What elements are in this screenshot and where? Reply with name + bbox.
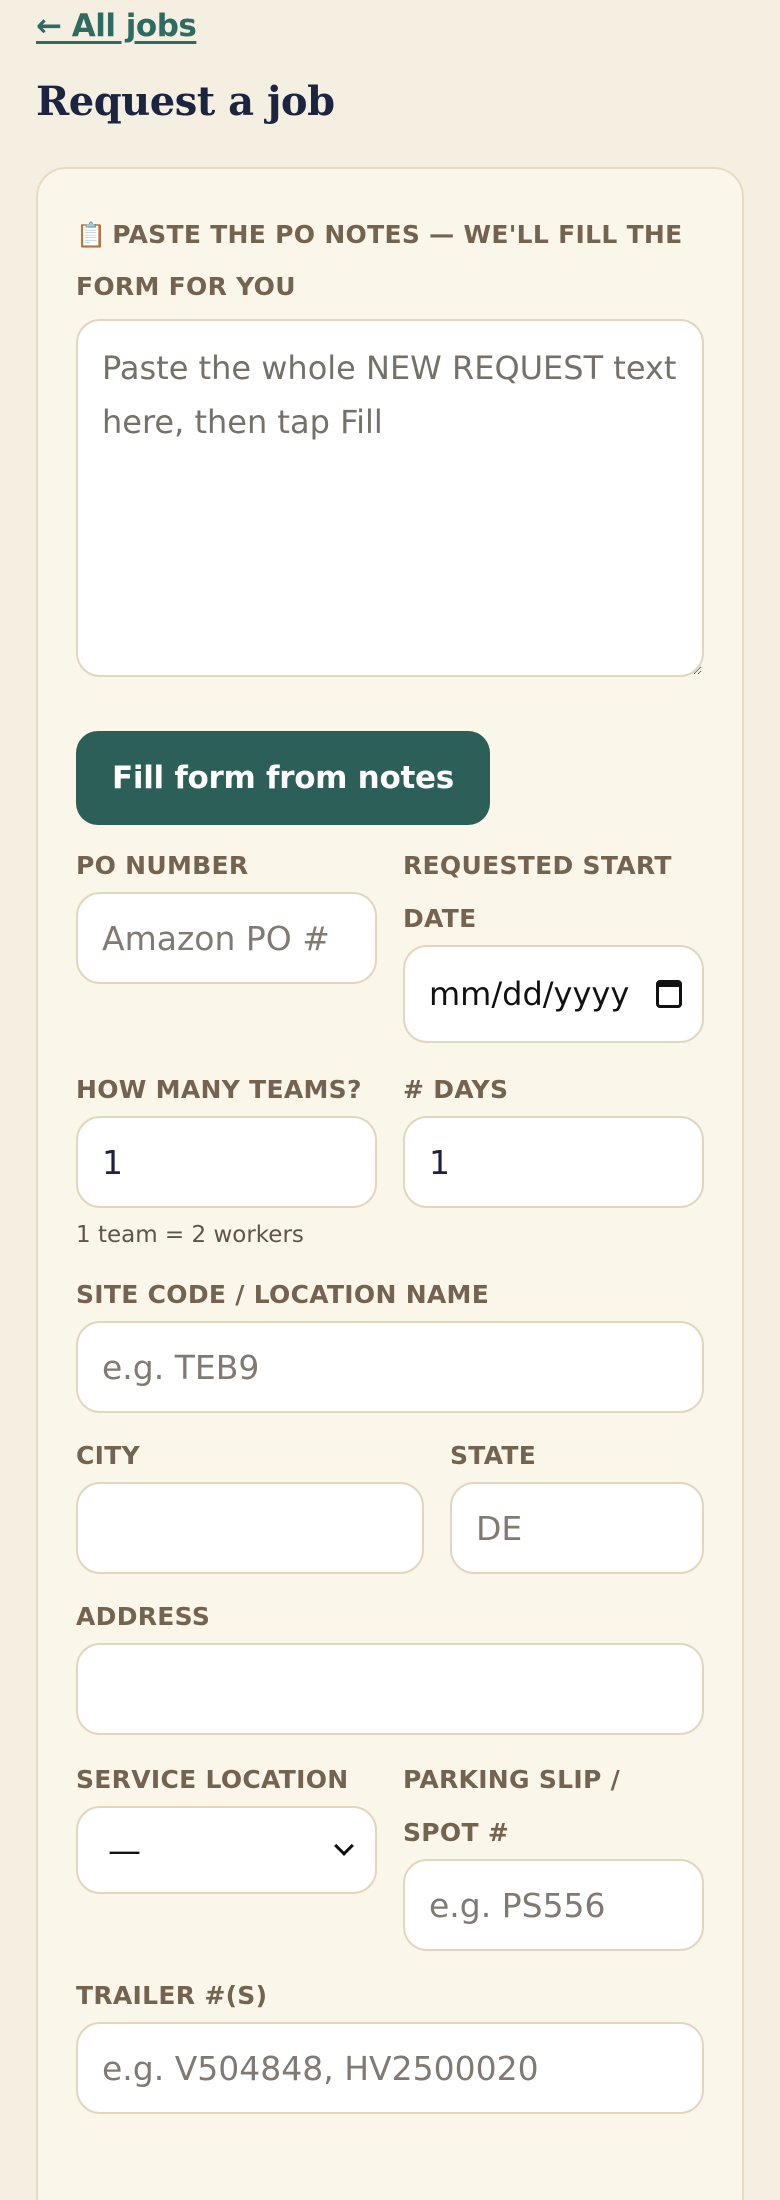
notes-label-text: PASTE THE PO NOTES — WE'LL FILL THE FORM…	[76, 220, 683, 301]
po-notes-textarea[interactable]	[76, 319, 704, 677]
page-title: Request a job	[36, 78, 335, 125]
trailers-group: TRAILER #(S)	[76, 1969, 704, 2114]
request-job-page: ← All jobs Request a job 📋 PASTE THE PO N…	[0, 0, 780, 2200]
parking-slip-label: PARKING SLIP / SPOT #	[403, 1765, 621, 1847]
chevron-down-icon	[334, 1836, 354, 1856]
notes-label: 📋 PASTE THE PO NOTES — WE'LL FILL THE FOR…	[76, 209, 704, 313]
state-input[interactable]	[450, 1482, 704, 1574]
parking-slip-group: PARKING SLIP / SPOT #	[403, 1753, 704, 1951]
site-code-label: SITE CODE / LOCATION NAME	[76, 1280, 490, 1309]
teams-input[interactable]	[76, 1116, 377, 1208]
service-parking-row: SERVICE LOCATION — PARKING SLIP / SPOT #	[76, 1753, 704, 1951]
city-label: CITY	[76, 1441, 141, 1470]
po-date-row: PO NUMBER REQUESTED START DATE mm/dd/yyy…	[76, 839, 704, 1043]
address-group: ADDRESS	[76, 1590, 704, 1735]
teams-label: HOW MANY TEAMS?	[76, 1075, 362, 1104]
start-date-input[interactable]: mm/dd/yyyy	[403, 945, 704, 1043]
back-to-all-jobs-link[interactable]: ← All jobs	[36, 6, 197, 46]
teams-hint: 1 team = 2 workers	[76, 1222, 304, 1248]
address-label: ADDRESS	[76, 1602, 211, 1631]
days-input[interactable]	[403, 1116, 704, 1208]
days-group: # DAYS	[403, 1063, 704, 1252]
city-state-row: CITY STATE	[76, 1429, 704, 1574]
calendar-icon[interactable]	[656, 980, 682, 1008]
start-date-group: REQUESTED START DATE mm/dd/yyyy	[403, 839, 704, 1043]
trailers-label: TRAILER #(S)	[76, 1981, 268, 2010]
request-form-card: 📋 PASTE THE PO NOTES — WE'LL FILL THE FOR…	[36, 167, 744, 2200]
trailers-input[interactable]	[76, 2022, 704, 2114]
teams-group: HOW MANY TEAMS? 1 team = 2 workers	[76, 1063, 377, 1252]
po-number-group: PO NUMBER	[76, 839, 377, 1043]
site-code-group: SITE CODE / LOCATION NAME	[76, 1268, 704, 1413]
start-date-value: mm/dd/yyyy	[429, 975, 630, 1013]
city-input[interactable]	[76, 1482, 424, 1574]
clipboard-icon: 📋	[76, 221, 107, 249]
state-group: STATE	[450, 1429, 704, 1574]
fill-form-button[interactable]: Fill form from notes	[76, 731, 490, 825]
service-location-value: —	[108, 1830, 141, 1870]
days-label: # DAYS	[403, 1075, 509, 1104]
service-location-select[interactable]: —	[76, 1806, 377, 1894]
po-number-label: PO NUMBER	[76, 851, 249, 880]
site-code-input[interactable]	[76, 1321, 704, 1413]
start-date-label: REQUESTED START DATE	[403, 851, 672, 933]
address-input[interactable]	[76, 1643, 704, 1735]
service-location-group: SERVICE LOCATION —	[76, 1753, 377, 1951]
teams-days-row: HOW MANY TEAMS? 1 team = 2 workers # DAY…	[76, 1063, 704, 1252]
state-label: STATE	[450, 1441, 537, 1470]
city-group: CITY	[76, 1429, 424, 1574]
po-number-input[interactable]	[76, 892, 377, 984]
parking-slip-input[interactable]	[403, 1859, 704, 1951]
service-location-label: SERVICE LOCATION	[76, 1765, 349, 1794]
